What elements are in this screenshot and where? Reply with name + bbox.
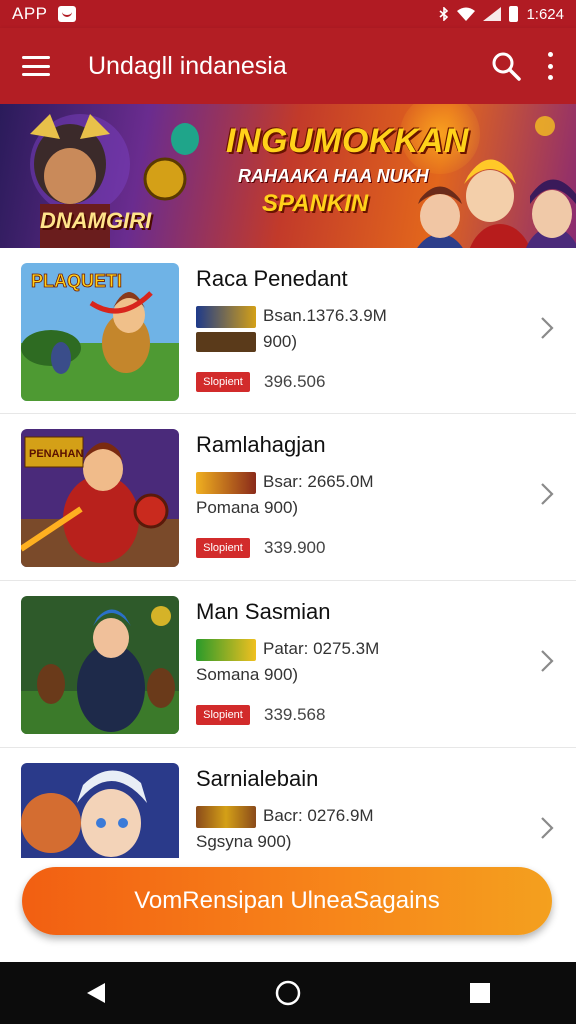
banner-subline: RAHAAKA HAA NUKH: [238, 166, 429, 186]
menu-icon[interactable]: [20, 52, 52, 80]
chevron-right-icon[interactable]: [540, 816, 554, 840]
system-nav-bar: [0, 962, 576, 1024]
game-subtext: 900): [263, 332, 298, 351]
list-item[interactable]: PLAQUETI Raca Penedant Bsan.1376.3.9M 90…: [0, 248, 576, 414]
search-icon[interactable]: [488, 48, 524, 84]
game-subtext: Pomana 900): [196, 498, 299, 517]
game-title: Raca Penedant: [196, 266, 348, 291]
recents-icon[interactable]: [460, 973, 500, 1013]
game-title: Ramlahagjan: [196, 432, 326, 457]
game-mini-image: [196, 306, 256, 328]
signal-icon: [483, 7, 502, 21]
wifi-icon: [457, 7, 476, 21]
game-subtext: Somana 900): [196, 665, 299, 684]
game-size: Bacr: 0276.9M: [263, 806, 374, 825]
cta-button[interactable]: VomRensipan UlneaSagains: [22, 867, 552, 935]
back-icon[interactable]: [76, 973, 116, 1013]
banner-headline: INGUMOKKAN: [226, 122, 469, 160]
game-title: Man Sasmian: [196, 599, 331, 624]
game-thumbnail: PLAQUETI: [21, 263, 179, 401]
game-size: Bsan.1376.3.9M: [263, 306, 387, 325]
status-time: 1:624: [526, 5, 564, 23]
app-bar: Undagll indanesia: [0, 28, 576, 104]
game-title: Sarnialebain: [196, 766, 319, 791]
thumb-label: PLAQUETI: [31, 271, 122, 291]
status-bar: APP 1:624: [0, 0, 576, 28]
status-badge: Slopient: [196, 372, 250, 392]
game-mini-image: [196, 332, 256, 352]
game-list: PLAQUETI Raca Penedant Bsan.1376.3.9M 90…: [0, 248, 576, 858]
banner-subline-2: SPANKIN: [262, 190, 369, 217]
game-mini-image: [196, 472, 256, 494]
game-count: 339.900: [264, 538, 326, 557]
status-badge: Slopient: [196, 538, 250, 558]
game-size: Bsar: 2665.0M: [263, 472, 374, 491]
game-mini-image: [196, 639, 256, 661]
game-subtext: Sgsyna 900): [196, 832, 292, 851]
status-app-label: APP: [12, 4, 48, 23]
game-size: Patar: 0275.3M: [263, 639, 380, 658]
game-thumbnail: PENAHAN: [21, 429, 179, 567]
list-item[interactable]: Man Sasmian Patar: 0275.3M Somana 900) S…: [0, 581, 576, 748]
bluetooth-icon: [439, 7, 449, 21]
battery-icon: [509, 6, 519, 22]
thumb-label: PENAHAN: [29, 448, 83, 460]
promo-banner[interactable]: INGUMOKKAN RAHAAKA HAA NUKH SPANKIN DNAM…: [0, 104, 576, 248]
list-item[interactable]: PENAHAN Ramlahagjan Bsar: 2665.0M Pomana…: [0, 414, 576, 581]
game-count: 339.568: [264, 705, 326, 724]
game-mini-image: [196, 806, 256, 828]
home-icon[interactable]: [268, 973, 308, 1013]
chevron-right-icon[interactable]: [540, 482, 554, 506]
game-count: 396.506: [264, 372, 326, 391]
banner-logo: DNAMGIRI: [40, 208, 152, 233]
cta-container: VomRensipan UlneaSagains: [0, 858, 576, 962]
game-thumbnail: [21, 596, 179, 734]
chevron-right-icon[interactable]: [540, 316, 554, 340]
message-icon: [57, 6, 76, 22]
page-title: Undagll indanesia: [88, 51, 287, 80]
more-vert-icon[interactable]: [544, 52, 556, 80]
status-badge: Slopient: [196, 705, 250, 725]
list-item[interactable]: Sarnialebain Bacr: 0276.9M Sgsyna 900): [0, 748, 576, 858]
game-thumbnail: [21, 763, 179, 858]
chevron-right-icon[interactable]: [540, 649, 554, 673]
